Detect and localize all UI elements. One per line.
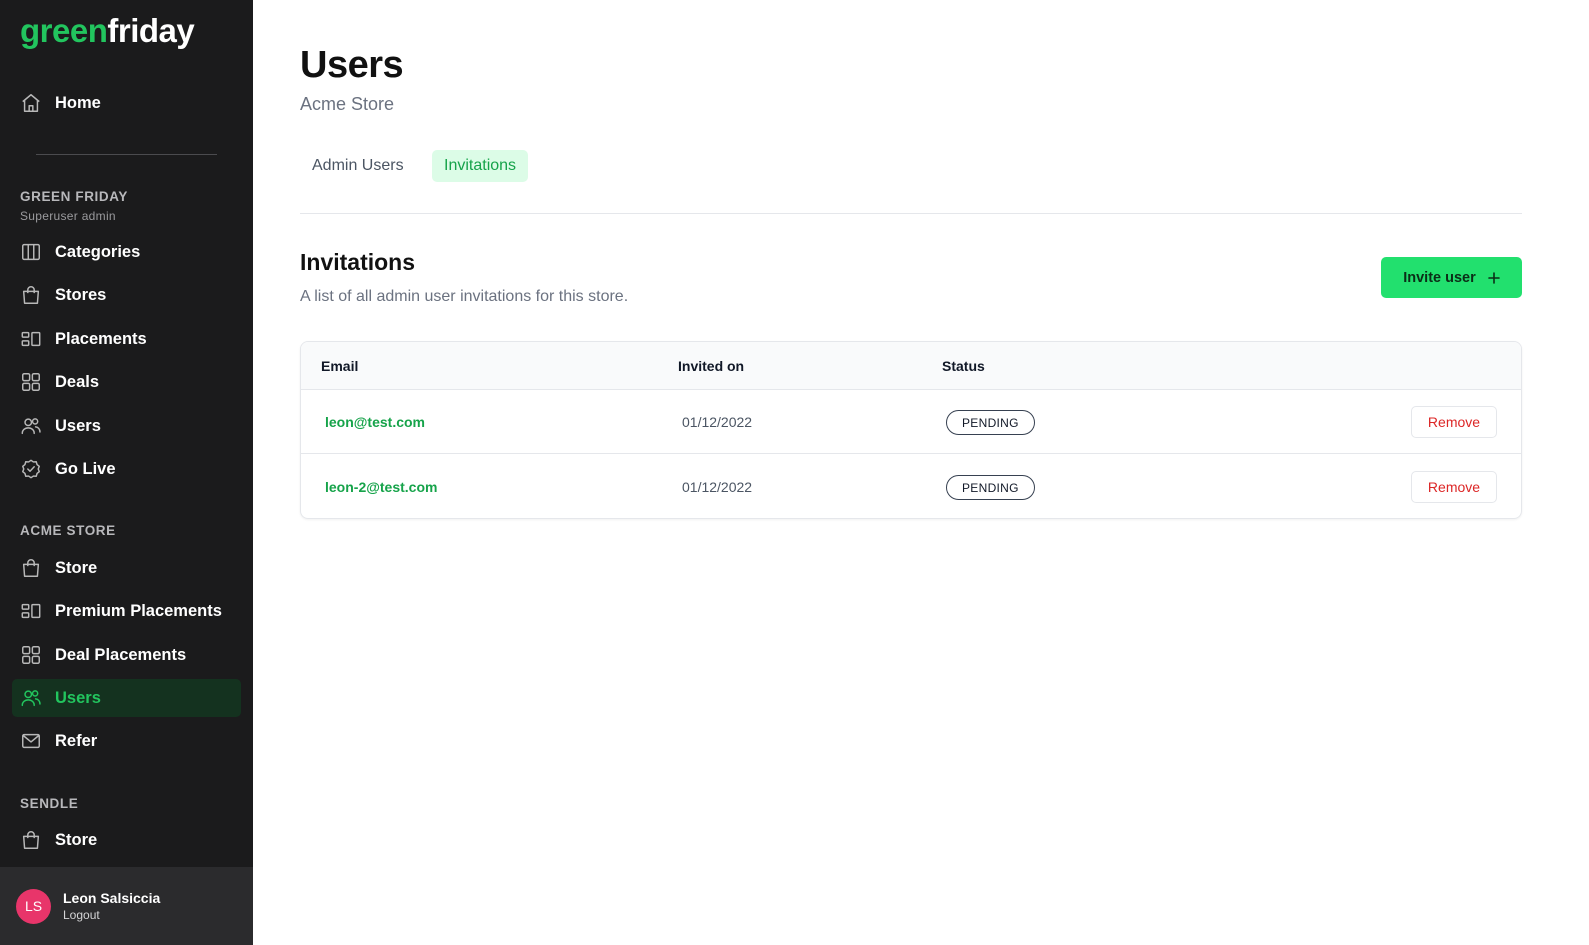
sidebar: greenfriday Home GREEN FRIDAY Superuser …: [0, 0, 253, 945]
home-icon: [20, 92, 42, 114]
sidebar-item-deal-placements[interactable]: Deal Placements: [12, 636, 241, 674]
shopping-bag-icon: [20, 557, 42, 579]
shopping-bag-icon: [20, 829, 42, 851]
sidebar-item-refer[interactable]: Refer: [12, 722, 241, 760]
page-subtitle: Acme Store: [300, 94, 395, 114]
users-icon: [20, 415, 42, 437]
mail-icon: [20, 730, 42, 752]
grid-icon: [20, 644, 42, 666]
logo-word-friday: friday: [107, 12, 195, 49]
section-description: A list of all admin user invitations for…: [300, 288, 629, 305]
grid-icon: [20, 371, 42, 393]
invitation-email[interactable]: leon@test.com: [325, 414, 425, 430]
invitations-table: Email Invited on Status leon@test.com 01…: [300, 341, 1522, 519]
column-header-email: Email: [321, 358, 359, 374]
user-info: Leon Salsiccia Logout: [63, 890, 160, 922]
table-row: leon-2@test.com 01/12/2022 PENDING Remov…: [301, 455, 1521, 518]
columns-icon: [20, 241, 42, 263]
sidebar-item-categories[interactable]: Categories: [12, 233, 241, 271]
invitation-date: 01/12/2022: [682, 414, 753, 430]
section-title-green-friday: GREEN FRIDAY: [20, 189, 128, 204]
tab-admin-users[interactable]: Admin Users: [300, 150, 416, 182]
invite-user-label: Invite user: [1403, 269, 1476, 286]
sidebar-item-deals[interactable]: Deals: [12, 363, 241, 401]
sidebar-item-users-active[interactable]: Users: [12, 679, 241, 717]
tabs-divider: [300, 213, 1522, 214]
sidebar-item-label: Placements: [55, 329, 147, 348]
sidebar-item-sendle-store[interactable]: Store: [12, 821, 241, 859]
remove-button[interactable]: Remove: [1411, 471, 1497, 503]
sidebar-item-stores[interactable]: Stores: [12, 276, 241, 314]
sidebar-item-go-live[interactable]: Go Live: [12, 450, 241, 488]
placements-icon: [20, 328, 42, 350]
sidebar-item-label: Store: [55, 830, 98, 849]
status-badge: PENDING: [946, 410, 1035, 435]
section-title-sendle: SENDLE: [20, 796, 79, 811]
sidebar-item-label: Deal Placements: [55, 645, 187, 664]
plus-icon: [1487, 269, 1500, 287]
brand-logo[interactable]: greenfriday: [20, 12, 195, 50]
table-row: leon@test.com 01/12/2022 PENDING Remove: [301, 390, 1521, 454]
sidebar-item-home[interactable]: Home: [12, 84, 241, 122]
remove-button[interactable]: Remove: [1411, 406, 1497, 438]
sidebar-item-premium-placements[interactable]: Premium Placements: [12, 592, 241, 630]
column-header-invited-on: Invited on: [678, 358, 745, 374]
sidebar-item-label: Home: [55, 93, 101, 112]
sidebar-item-label: Users: [55, 416, 101, 435]
check-badge-icon: [20, 458, 42, 480]
section-title-acme-store: ACME STORE: [20, 523, 116, 538]
sidebar-item-placements[interactable]: Placements: [12, 320, 241, 358]
invitation-email[interactable]: leon-2@test.com: [325, 479, 437, 495]
sidebar-item-label: Refer: [55, 731, 98, 750]
shopping-bag-icon: [20, 284, 42, 306]
invitation-date: 01/12/2022: [682, 479, 753, 495]
table-header: Email Invited on Status: [301, 342, 1521, 390]
sidebar-item-label: Go Live: [55, 459, 116, 478]
sidebar-item-users[interactable]: Users: [12, 407, 241, 445]
avatar[interactable]: LS: [16, 888, 51, 924]
placements-icon: [20, 600, 42, 622]
page-title: Users: [300, 44, 404, 86]
logout-link[interactable]: Logout: [63, 908, 160, 922]
users-icon: [20, 687, 42, 709]
sidebar-item-label: Categories: [55, 242, 141, 261]
sidebar-item-label: Premium Placements: [55, 601, 222, 620]
sidebar-item-label: Users: [55, 688, 101, 707]
logo-word-green: green: [20, 12, 108, 49]
sidebar-item-label: Stores: [55, 285, 107, 304]
sidebar-divider: [36, 154, 217, 155]
invite-user-button[interactable]: Invite user: [1381, 257, 1522, 298]
sidebar-item-label: Store: [55, 558, 98, 577]
column-header-status: Status: [942, 358, 985, 374]
sidebar-item-store[interactable]: Store: [12, 549, 241, 587]
status-badge: PENDING: [946, 475, 1035, 500]
section-heading: Invitations: [300, 249, 416, 275]
sidebar-item-label: Deals: [55, 372, 100, 391]
user-profile: LS Leon Salsiccia Logout: [0, 867, 253, 945]
tab-invitations[interactable]: Invitations: [432, 150, 529, 182]
user-name: Leon Salsiccia: [63, 890, 161, 906]
section-subtitle: Superuser admin: [20, 209, 116, 223]
